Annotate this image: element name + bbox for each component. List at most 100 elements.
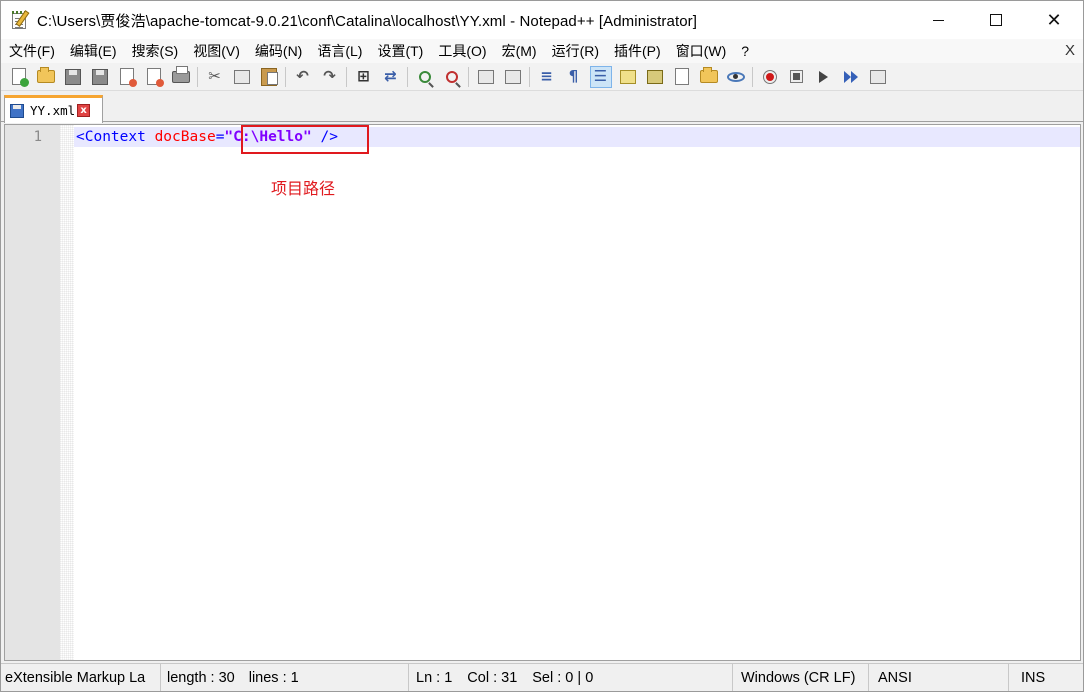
sync-vertical-icon [477, 69, 494, 84]
toolbar-separator [346, 66, 347, 87]
menu-view[interactable]: 视图(V) [185, 39, 247, 63]
folder-workspace-icon [699, 67, 718, 83]
save-all-icon [91, 68, 108, 85]
toolbar-separator [468, 66, 469, 87]
status-position: Ln : 1 Col : 31 Sel : 0 | 0 [409, 664, 733, 691]
sync-vertical-button[interactable] [475, 66, 497, 88]
close-window-button[interactable]: ✕ [1025, 1, 1083, 39]
zoom-in-icon [418, 70, 431, 83]
find-button[interactable]: ⊞ [353, 66, 375, 88]
notepad-app-icon [11, 10, 31, 30]
status-language: eXtensible Markup La [1, 664, 161, 691]
editor-area[interactable]: 1 <Context docBase="C:\Hello" /> 项目路径 [4, 124, 1081, 661]
record-macro-icon [763, 70, 776, 83]
replace-button[interactable]: ⇄ [380, 66, 402, 88]
status-insert-mode[interactable]: INS [1009, 664, 1081, 691]
udl-button[interactable] [617, 66, 639, 88]
show-all-chars-button[interactable]: ¶ [563, 66, 585, 88]
save-button[interactable] [62, 66, 84, 88]
close-document-button[interactable]: X [1065, 39, 1075, 63]
doc-map-button[interactable] [644, 66, 666, 88]
status-col: Col : 31 [467, 669, 518, 686]
status-eol[interactable]: Windows (CR LF) [733, 664, 869, 691]
menu-encoding[interactable]: 编码(N) [247, 39, 309, 63]
menu-settings[interactable]: 设置(T) [369, 39, 430, 63]
cut-button[interactable]: ✂ [204, 66, 226, 88]
tab-strip: YY.xml x [1, 92, 1083, 123]
close-all-button[interactable] [143, 66, 165, 88]
xml-attribute: docBase [145, 129, 216, 145]
sync-horizontal-button[interactable] [502, 66, 524, 88]
annotation-label: 项目路径 [271, 181, 336, 198]
toolbar: ✂ ↶ ↷ ⊞ ⇄ ≡ ¶ ☰ [1, 63, 1083, 91]
show-all-chars-icon: ¶ [568, 67, 579, 85]
new-file-icon [11, 68, 29, 87]
close-all-icon [146, 68, 164, 87]
status-ln: Ln : 1 [416, 669, 453, 686]
line-number: 1 [33, 129, 42, 145]
status-encoding[interactable]: ANSI [869, 664, 1009, 691]
function-list-button[interactable] [671, 66, 693, 88]
word-wrap-icon: ≡ [540, 67, 553, 85]
line-number-gutter: 1 [5, 125, 60, 660]
copy-button[interactable] [231, 66, 253, 88]
folder-workspace-button[interactable] [698, 66, 720, 88]
zoom-out-icon [445, 70, 458, 83]
menu-language[interactable]: 语言(L) [309, 39, 369, 63]
zoom-in-button[interactable] [414, 66, 436, 88]
toolbar-separator [285, 66, 286, 87]
sync-horizontal-icon [504, 69, 521, 84]
record-macro-button[interactable] [759, 66, 781, 88]
stop-record-icon [791, 71, 802, 82]
menu-run[interactable]: 运行(R) [544, 39, 606, 63]
status-lines: lines : 1 [248, 669, 299, 686]
indent-guide-button[interactable]: ☰ [589, 65, 612, 88]
save-macro-button[interactable] [867, 66, 889, 88]
window-title: C:\Users\贾俊浩\apache-tomcat-9.0.21\conf\C… [37, 12, 698, 30]
indent-guide-icon: ☰ [593, 67, 608, 85]
minimize-icon [932, 19, 944, 21]
new-file-button[interactable] [8, 66, 30, 88]
replace-icon: ⇄ [384, 67, 397, 85]
cut-icon: ✂ [208, 67, 221, 85]
save-icon [64, 68, 81, 85]
paste-icon [260, 67, 278, 86]
menu-edit[interactable]: 编辑(E) [62, 39, 124, 63]
redo-button[interactable]: ↷ [319, 66, 341, 88]
stop-record-button[interactable] [786, 66, 808, 88]
open-file-button[interactable] [35, 66, 57, 88]
save-all-button[interactable] [89, 66, 111, 88]
toolbar-separator [529, 66, 530, 87]
monitoring-button[interactable] [725, 66, 747, 88]
menu-file[interactable]: 文件(F) [1, 39, 62, 63]
close-icon: ✕ [1046, 9, 1062, 31]
menu-plugins[interactable]: 插件(P) [606, 39, 668, 63]
tab-close-icon[interactable]: x [77, 104, 91, 117]
annotation-box [241, 125, 369, 154]
word-wrap-button[interactable]: ≡ [536, 66, 558, 88]
maximize-button[interactable] [967, 1, 1025, 39]
minimize-button[interactable] [909, 1, 967, 39]
undo-button[interactable]: ↶ [292, 66, 314, 88]
toolbar-separator [407, 66, 408, 87]
menu-help[interactable]: ? [733, 39, 756, 63]
tab-yy-xml[interactable]: YY.xml x [4, 95, 103, 123]
menu-tools[interactable]: 工具(O) [430, 39, 493, 63]
close-file-button[interactable] [116, 66, 138, 88]
menu-macro[interactable]: 宏(M) [494, 39, 544, 63]
copy-icon [233, 69, 250, 84]
saved-file-icon [10, 103, 24, 118]
fold-margin[interactable] [60, 125, 74, 660]
close-file-icon [119, 68, 137, 87]
paste-button[interactable] [258, 66, 280, 88]
menu-bar: 文件(F) 编辑(E) 搜索(S) 视图(V) 编码(N) 语言(L) 设置(T… [1, 39, 1083, 63]
run-multiple-button[interactable] [840, 66, 862, 88]
playback-button[interactable] [813, 66, 835, 88]
print-button[interactable] [170, 65, 192, 88]
menu-window[interactable]: 窗口(W) [668, 39, 734, 63]
zoom-out-button[interactable] [441, 66, 463, 88]
tab-label: YY.xml [30, 103, 76, 118]
title-bar[interactable]: C:\Users\贾俊浩\apache-tomcat-9.0.21\conf\C… [1, 1, 1083, 39]
menu-search[interactable]: 搜索(S) [124, 39, 186, 63]
toolbar-separator [752, 66, 753, 87]
